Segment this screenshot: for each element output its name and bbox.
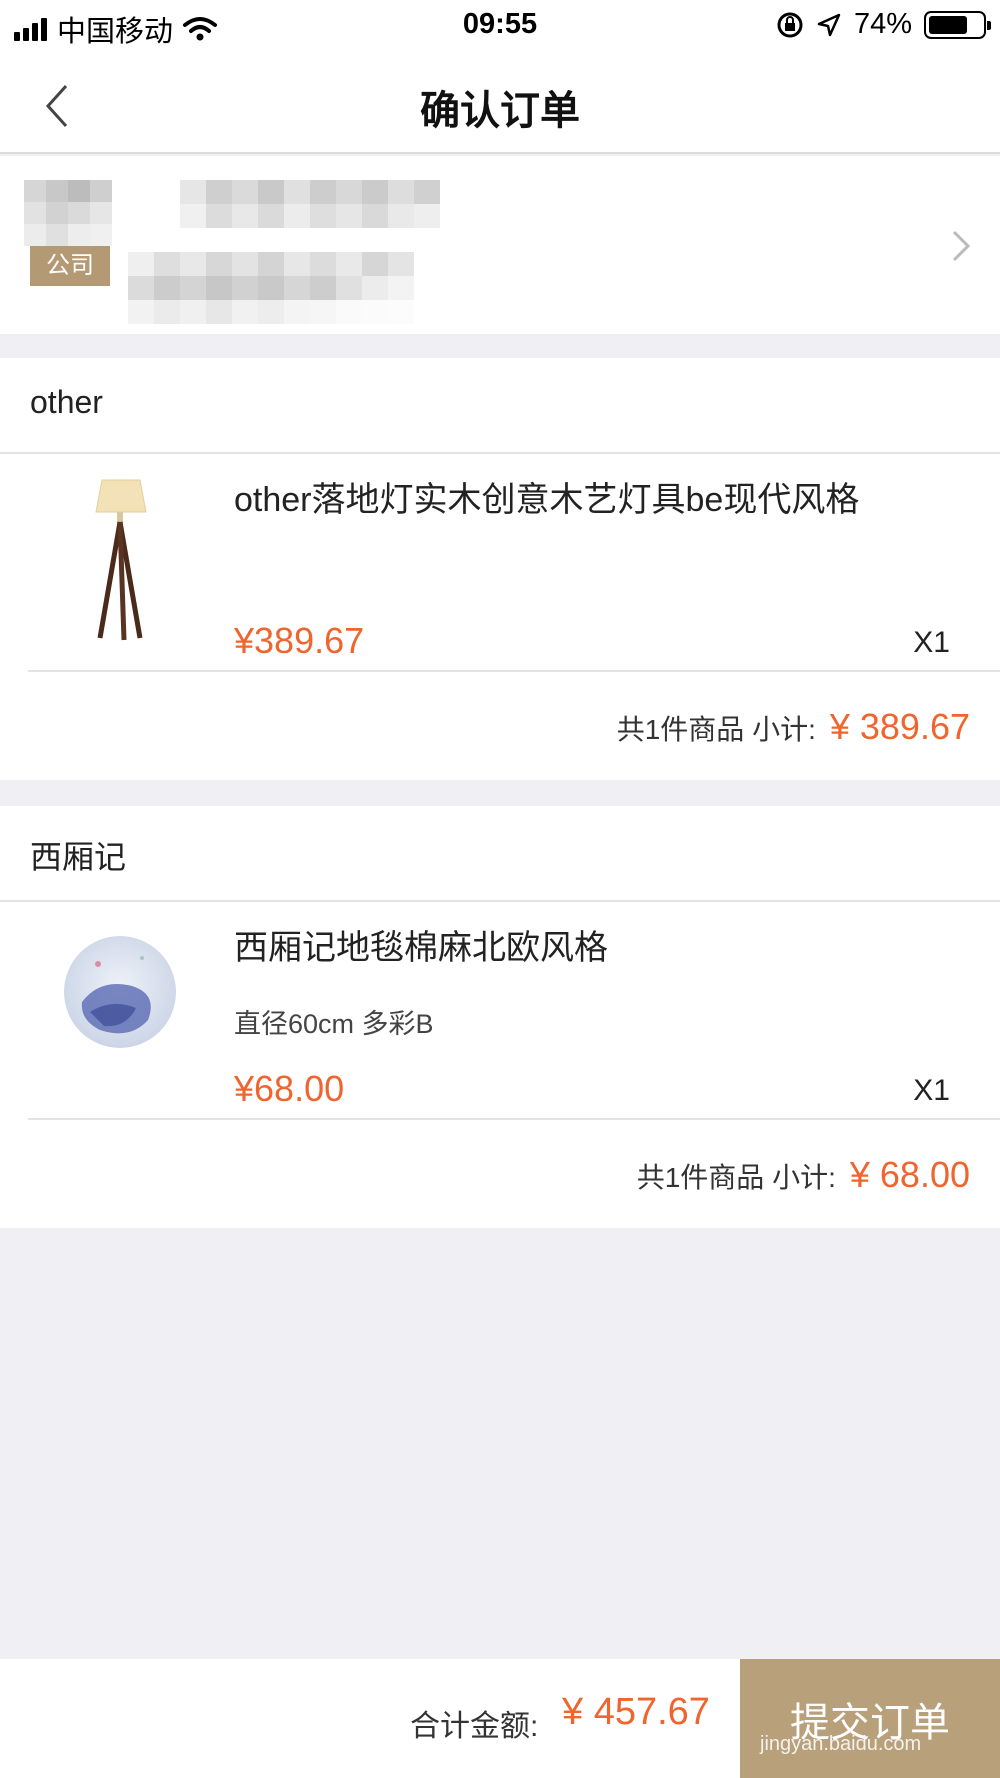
address-detail-blur [128,252,414,324]
product-price: ¥68.00 [234,1068,345,1109]
battery-icon [924,10,991,39]
chevron-right-icon [952,230,971,262]
subtotal-amount: ¥ 389.67 [829,706,970,747]
submit-order-button[interactable]: 提交订单 [740,1659,1000,1778]
divider [0,452,1000,454]
page-title: 确认订单 [420,89,580,133]
subtotal: 共1件商品 小计: ¥ 68.00 [637,1154,970,1196]
subtotal: 共1件商品 小计: ¥ 389.67 [617,706,970,748]
shop-card: other other落地灯实木创意木艺灯具be现代风格 ¥389.67 X1 … [0,358,1000,780]
subtotal-label: 共1件商品 小计: [616,714,816,745]
battery-fill [929,15,968,34]
subtotal-label: 共1件商品 小计: [636,1162,836,1193]
shop-card: 西厢记 西厢记地毯棉麻北欧风格 直径60cm 多彩B ¥68.00 X1 共1件… [0,806,1000,1228]
battery-percent: 74% [853,8,912,40]
product-quantity: X1 [913,626,950,659]
address-name-blur [24,180,112,246]
address-card[interactable]: 公司 [0,156,1000,334]
divider [28,670,1000,672]
subtotal-amount: ¥ 68.00 [849,1154,970,1195]
product-title: other落地灯实木创意木艺灯具be现代风格 [234,481,860,519]
product-title: 西厢记地毯棉麻北欧风格 [234,929,608,967]
orientation-lock-icon [777,12,803,37]
status-bar: 中国移动 09:55 74% [0,0,1000,52]
shop-name: other [30,384,103,420]
round-rug-image [64,936,176,1048]
divider [0,900,1000,902]
address-phone-blur [180,180,440,228]
shop-name: 西厢记 [30,839,127,875]
total-amount: ¥ 457.67 [562,1691,710,1733]
watermark: jingyan.baidu.com [760,1733,922,1755]
nav-bar: 确认订单 [0,52,1000,154]
bottom-bar: 合计金额: ¥ 457.67 提交订单 jingyan.baidu.com [0,1659,1000,1778]
status-right: 74% [776,8,991,41]
product-quantity: X1 [913,1074,950,1107]
address-tag: 公司 [30,246,110,286]
divider [28,1118,1000,1120]
floor-lamp-image [95,479,147,641]
product-spec: 直径60cm 多彩B [234,1009,434,1039]
location-icon [817,13,841,36]
total-label: 合计金额: [410,1710,539,1743]
product-price: ¥389.67 [234,620,365,661]
